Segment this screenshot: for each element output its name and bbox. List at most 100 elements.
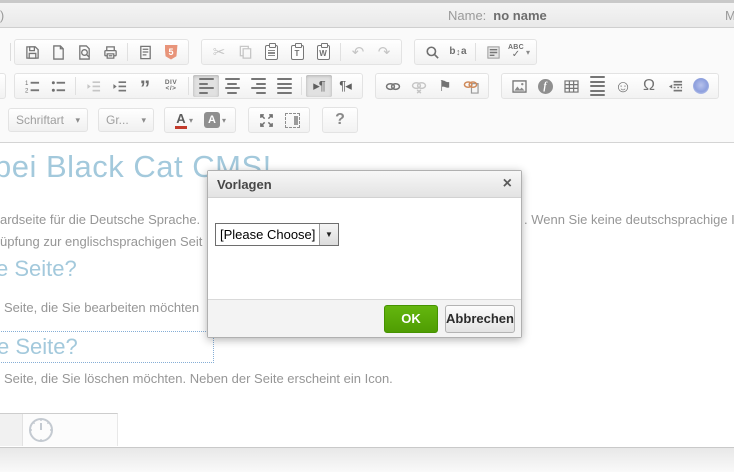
- ckeditor-window: l) Name:no name M: [0, 0, 734, 472]
- text-color-icon: A: [175, 112, 187, 129]
- bidi-rtl-button[interactable]: ¶◂: [332, 75, 358, 97]
- indent-icon: [112, 79, 127, 94]
- smiley-button[interactable]: ☺: [610, 75, 636, 97]
- copy-button[interactable]: [232, 41, 258, 63]
- blockquote-button[interactable]: ”: [132, 75, 158, 97]
- topbar-left-cut-text: l): [0, 8, 4, 23]
- size-combo[interactable]: Gr... ▾: [98, 108, 154, 132]
- page-break-icon: [668, 79, 683, 94]
- undo-icon: ↶: [352, 45, 365, 60]
- vorlagen-dialog: Vorlagen × [Please Choose] ▼ OK Abbreche…: [207, 170, 522, 338]
- document-lines-icon: [138, 45, 153, 60]
- insert-group: f ☺ Ω: [501, 73, 719, 99]
- content-paragraph-4: Seite, die Sie löschen möchten. Neben de…: [4, 371, 393, 386]
- floppy-icon: [25, 45, 40, 60]
- html5-source-button[interactable]: 5: [158, 41, 184, 63]
- selected-heading-outline[interactable]: e Seite?: [0, 331, 214, 363]
- spellcheck-button[interactable]: ABC✓ ▾: [506, 41, 532, 63]
- anchor-link-button[interactable]: [458, 75, 484, 97]
- dialog-body: [Please Choose] ▼: [208, 198, 521, 299]
- preview-button[interactable]: [71, 41, 97, 63]
- numbered-list-button[interactable]: 12: [19, 75, 45, 97]
- special-char-button[interactable]: Ω: [636, 75, 662, 97]
- content-heading-3: e Seite?: [0, 334, 78, 360]
- align-center-icon: [225, 78, 240, 94]
- content-table-cell: [0, 413, 118, 446]
- select-all-button[interactable]: [480, 41, 506, 63]
- iframe-button[interactable]: [688, 75, 714, 97]
- bidi-rtl-icon: ¶◂: [339, 78, 351, 94]
- smiley-icon: ☺: [614, 78, 631, 95]
- horizontal-rule-button[interactable]: [584, 75, 610, 97]
- toolbar-left-cut-group: [0, 73, 6, 99]
- replace-button[interactable]: b↕a: [445, 41, 471, 63]
- outdent-button[interactable]: [80, 75, 106, 97]
- about-group: ?: [322, 107, 358, 133]
- flag-icon: ⚑: [438, 79, 451, 94]
- table-icon: [564, 80, 579, 93]
- bg-color-button[interactable]: A ▾: [199, 109, 231, 131]
- paste-word-button[interactable]: W: [310, 41, 336, 63]
- content-paragraph-1-right: . Wenn Sie keine deutschsprachige I: [524, 212, 734, 227]
- bulleted-list-button[interactable]: [45, 75, 71, 97]
- paste-text-button[interactable]: T: [284, 41, 310, 63]
- document-group: 5: [14, 39, 189, 65]
- print-button[interactable]: [97, 41, 123, 63]
- image-button[interactable]: [506, 75, 532, 97]
- font-combo[interactable]: Schriftart ▾: [8, 108, 88, 132]
- clipboard-icon: [265, 45, 278, 60]
- clipboard-word-icon: W: [317, 45, 330, 60]
- color-group: A ▾ A ▾: [164, 107, 236, 133]
- anchor-button[interactable]: ⚑: [432, 75, 458, 97]
- maximize-button[interactable]: [253, 109, 279, 131]
- close-icon[interactable]: ×: [503, 176, 512, 192]
- cancel-button[interactable]: Abbrechen: [445, 305, 515, 333]
- template-select-value: [Please Choose]: [216, 224, 319, 245]
- ok-button[interactable]: OK: [384, 305, 438, 333]
- iframe-globe-icon: [693, 78, 709, 94]
- unlink-button[interactable]: [406, 75, 432, 97]
- dialog-header[interactable]: Vorlagen ×: [208, 171, 521, 198]
- template-select[interactable]: [Please Choose] ▼: [215, 223, 339, 246]
- about-button[interactable]: ?: [327, 109, 353, 131]
- redo-button[interactable]: ↷: [371, 41, 397, 63]
- bidi-ltr-button[interactable]: ▸¶: [306, 75, 332, 97]
- show-blocks-button[interactable]: [279, 109, 305, 131]
- align-left-button[interactable]: [193, 75, 219, 97]
- find-button[interactable]: [419, 41, 445, 63]
- div-container-button[interactable]: DIV</>: [158, 75, 184, 97]
- new-page-button[interactable]: [45, 41, 71, 63]
- new-page-icon: [51, 45, 66, 60]
- paste-button[interactable]: [258, 41, 284, 63]
- clipboard-group: ✂ T W ↶ ↷: [201, 39, 402, 65]
- page-break-button[interactable]: [662, 75, 688, 97]
- link-group: ⚑: [375, 73, 489, 99]
- clock-icon[interactable]: [27, 416, 55, 444]
- select-dropdown-button[interactable]: ▼: [319, 224, 338, 245]
- flash-button[interactable]: f: [532, 75, 558, 97]
- templates-button[interactable]: [132, 41, 158, 63]
- redo-icon: ↷: [378, 45, 391, 60]
- justify-button[interactable]: [271, 75, 297, 97]
- align-center-button[interactable]: [219, 75, 245, 97]
- topbar-right-cut-text: M: [725, 8, 734, 23]
- replace-icon: b↕a: [449, 47, 466, 57]
- table-button[interactable]: [558, 75, 584, 97]
- omega-icon: Ω: [643, 78, 655, 94]
- chevron-down-icon: ▾: [75, 115, 80, 126]
- chevron-down-icon: ▾: [189, 116, 193, 125]
- indent-button[interactable]: [106, 75, 132, 97]
- flash-icon: f: [538, 79, 553, 94]
- link-button[interactable]: [380, 75, 406, 97]
- link-icon: [385, 79, 401, 94]
- text-color-button[interactable]: A ▾: [169, 109, 199, 131]
- align-right-button[interactable]: [245, 75, 271, 97]
- separator: [75, 77, 76, 95]
- unlink-icon: [411, 79, 427, 94]
- copy-icon: [238, 45, 253, 60]
- cut-button[interactable]: ✂: [206, 41, 232, 63]
- separator: [475, 43, 476, 61]
- undo-button[interactable]: ↶: [345, 41, 371, 63]
- spellcheck-icon: ABC✓: [508, 44, 524, 60]
- save-button[interactable]: [19, 41, 45, 63]
